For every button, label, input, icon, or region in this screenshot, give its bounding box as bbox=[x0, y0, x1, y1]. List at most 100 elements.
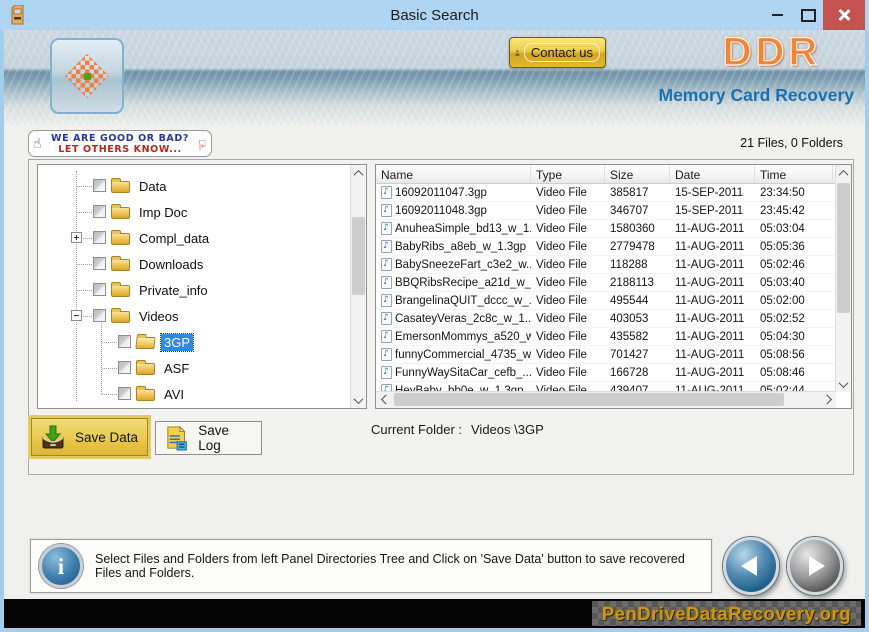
tree-item-label[interactable]: AVI bbox=[161, 386, 187, 403]
file-name-text: 16092011047.3gp bbox=[395, 187, 487, 199]
file-name-text: CasateyVeras_2c8c_w_1.... bbox=[395, 313, 531, 325]
tree-item-private-info[interactable]: Private_info bbox=[38, 277, 351, 303]
scroll-down-button[interactable] bbox=[351, 392, 366, 408]
file-time-cell: 05:08:46 bbox=[755, 367, 833, 379]
tree-checkbox[interactable] bbox=[118, 387, 131, 400]
tree-checkbox[interactable] bbox=[93, 205, 106, 218]
tree-item-label[interactable]: Compl_data bbox=[136, 230, 212, 247]
folder-icon bbox=[111, 285, 130, 297]
app-window: Basic Search Contact us DDR Memory Card … bbox=[0, 0, 869, 632]
tree-item-label[interactable]: Videos bbox=[136, 308, 182, 325]
file-name-text: funnyCommercial_4735_w... bbox=[395, 349, 531, 361]
tree-checkbox[interactable] bbox=[93, 309, 106, 322]
tree-item-compl-data[interactable]: Compl_data bbox=[38, 225, 351, 251]
save-data-button[interactable]: Save Data bbox=[31, 418, 148, 456]
file-name-cell: BrangelinaQUIT_dccc_w_... bbox=[376, 294, 531, 307]
tree-item-asf[interactable]: ASF bbox=[38, 355, 351, 381]
tree-checkbox[interactable] bbox=[93, 257, 106, 270]
scroll-down-button[interactable] bbox=[836, 376, 851, 392]
scroll-left-button[interactable] bbox=[376, 392, 392, 407]
expand-plus-icon[interactable] bbox=[71, 232, 82, 243]
tree-item-label[interactable]: Downloads bbox=[136, 256, 206, 273]
file-row[interactable]: CasateyVeras_2c8c_w_1....Video File40305… bbox=[376, 310, 836, 328]
tree-checkbox[interactable] bbox=[118, 361, 131, 374]
column-header-date[interactable]: Date bbox=[670, 165, 755, 183]
video-file-icon bbox=[381, 276, 392, 289]
table-vertical-scrollbar[interactable] bbox=[835, 165, 851, 392]
scrollbar-thumb[interactable] bbox=[394, 393, 784, 406]
arrow-right-icon bbox=[809, 556, 825, 576]
file-row[interactable]: EmersonMommys_a520_w...Video File4355821… bbox=[376, 328, 836, 346]
maximize-button[interactable] bbox=[793, 0, 823, 30]
file-name-cell: EmersonMommys_a520_w... bbox=[376, 330, 531, 343]
scrollbar-thumb[interactable] bbox=[352, 217, 365, 295]
collapse-minus-icon[interactable] bbox=[71, 310, 82, 321]
tree-item-label[interactable]: 3GP bbox=[161, 334, 193, 351]
tree-checkbox[interactable] bbox=[93, 283, 106, 296]
feedback-banner[interactable]: ☝ WE ARE GOOD OR BAD? LET OTHERS KNOW...… bbox=[28, 130, 212, 157]
file-name-text: 16092011048.3gp bbox=[395, 205, 487, 217]
file-row[interactable]: funnyCommercial_4735_w...Video File70142… bbox=[376, 346, 836, 364]
file-size-cell: 2779478 bbox=[605, 241, 670, 253]
tree-item-downloads[interactable]: Downloads bbox=[38, 251, 351, 277]
column-header-time[interactable]: Time bbox=[755, 165, 833, 183]
file-date-cell: 11-AUG-2011 bbox=[670, 295, 755, 307]
tree-item-label[interactable]: Imp Doc bbox=[136, 204, 190, 221]
file-row[interactable]: BabySneezeFart_c3e2_w...Video File118288… bbox=[376, 256, 836, 274]
tree-item-label[interactable]: ASF bbox=[161, 360, 192, 377]
folder-icon bbox=[111, 311, 130, 323]
file-size-cell: 403053 bbox=[605, 313, 670, 325]
file-list-body: 16092011047.3gpVideo File38581715-SEP-20… bbox=[376, 184, 836, 392]
file-row[interactable]: BrangelinaQUIT_dccc_w_...Video File49554… bbox=[376, 292, 836, 310]
file-row[interactable]: 16092011047.3gpVideo File38581715-SEP-20… bbox=[376, 184, 836, 202]
tree-item-3gp[interactable]: 3GP bbox=[38, 329, 351, 355]
contact-us-button[interactable]: Contact us bbox=[509, 37, 606, 68]
file-type-cell: Video File bbox=[531, 277, 605, 289]
close-button[interactable] bbox=[823, 0, 865, 30]
header-banner: Contact us DDR Memory Card Recovery bbox=[4, 30, 865, 125]
file-type-cell: Video File bbox=[531, 367, 605, 379]
back-button[interactable] bbox=[723, 537, 779, 595]
tree-item-data[interactable]: Data bbox=[38, 173, 351, 199]
tree-checkbox[interactable] bbox=[118, 335, 131, 348]
file-row[interactable]: BBQRibsRecipe_a21d_w_...Video File218811… bbox=[376, 274, 836, 292]
app-logo bbox=[50, 38, 124, 114]
main-area: ☝ WE ARE GOOD OR BAD? LET OTHERS KNOW...… bbox=[4, 125, 865, 599]
current-folder-label: Current Folder : bbox=[371, 422, 462, 437]
product-name: Memory Card Recovery bbox=[564, 85, 854, 106]
tree-item-label[interactable]: Data bbox=[136, 178, 169, 195]
tree-item-imp-doc[interactable]: Imp Doc bbox=[38, 199, 351, 225]
column-header-type[interactable]: Type bbox=[531, 165, 605, 183]
scrollbar-thumb[interactable] bbox=[837, 183, 850, 313]
column-header-name[interactable]: Name bbox=[376, 165, 531, 183]
arrow-left-icon bbox=[741, 556, 757, 576]
info-icon: i bbox=[39, 544, 83, 588]
current-folder-value: Videos \3GP bbox=[471, 422, 544, 437]
tree-item-videos[interactable]: Videos bbox=[38, 303, 351, 329]
file-time-cell: 05:08:56 bbox=[755, 349, 833, 361]
forward-button[interactable] bbox=[787, 537, 843, 595]
minimize-button[interactable] bbox=[762, 0, 792, 30]
starburst-logo-icon bbox=[65, 54, 109, 98]
scroll-right-button[interactable] bbox=[820, 392, 836, 407]
file-name-cell: BabySneezeFart_c3e2_w... bbox=[376, 258, 531, 271]
file-row[interactable]: BabyRibs_a8eb_w_1.3gpVideo File277947811… bbox=[376, 238, 836, 256]
video-file-icon bbox=[381, 366, 392, 379]
tree-item-label[interactable]: Private_info bbox=[136, 282, 211, 299]
file-name-cell: AnuheaSimple_bd13_w_1... bbox=[376, 222, 531, 235]
column-header-size[interactable]: Size bbox=[605, 165, 670, 183]
file-row[interactable]: FunnyWaySitaCar_cefb_...Video File166728… bbox=[376, 364, 836, 382]
file-row[interactable]: 16092011048.3gpVideo File34670715-SEP-20… bbox=[376, 202, 836, 220]
save-log-button[interactable]: Save Log bbox=[155, 421, 262, 455]
scroll-up-button[interactable] bbox=[351, 165, 366, 181]
scroll-up-button[interactable] bbox=[836, 165, 851, 181]
table-horizontal-scrollbar[interactable] bbox=[376, 391, 836, 408]
file-row[interactable]: AnuheaSimple_bd13_w_1...Video File158036… bbox=[376, 220, 836, 238]
status-message: Select Files and Folders from left Panel… bbox=[95, 552, 703, 580]
feedback-line2: LET OTHERS KNOW... bbox=[58, 144, 182, 155]
tree-vertical-scrollbar[interactable] bbox=[350, 165, 366, 408]
tree-checkbox[interactable] bbox=[93, 231, 106, 244]
file-name-text: AnuheaSimple_bd13_w_1... bbox=[395, 223, 531, 235]
tree-checkbox[interactable] bbox=[93, 179, 106, 192]
tree-item-avi[interactable]: AVI bbox=[38, 381, 351, 407]
